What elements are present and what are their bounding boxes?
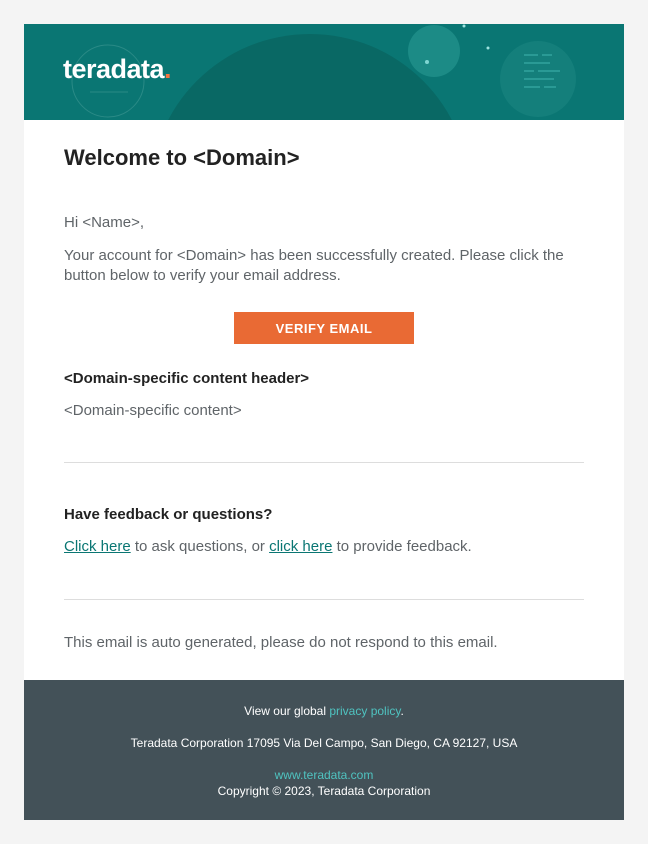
provide-feedback-link[interactable]: click here [269, 538, 332, 555]
feedback-text-1: to ask questions, or [130, 538, 270, 555]
feedback-line: Click here to ask questions, or click he… [64, 538, 472, 555]
privacy-line: View our global privacy policy. [24, 704, 624, 718]
email-title: Welcome to <Domain> [64, 145, 300, 170]
greeting: Hi <Name>, [64, 214, 145, 231]
feedback-header: Have feedback or questions? [64, 506, 273, 523]
verify-email-button[interactable]: VERIFY EMAIL [234, 312, 414, 344]
header-banner: teradata. [24, 24, 624, 120]
website-line: www.teradata.com [24, 768, 624, 782]
privacy-suffix: . [400, 704, 404, 718]
privacy-prefix: View our global [244, 704, 330, 718]
company-address: Teradata Corporation 17095 Via Del Campo… [130, 736, 518, 750]
copyright: Copyright © 2023, Teradata Corporation [217, 784, 431, 798]
logo-text: teradata [63, 54, 165, 84]
autogen-notice: This email is auto generated, please do … [64, 634, 498, 651]
email-card: teradata. Welcome to <Domain> Hi <Name>,… [24, 24, 624, 820]
privacy-policy-link[interactable]: privacy policy [329, 704, 400, 718]
divider [64, 462, 584, 463]
domain-content: <Domain-specific content> [64, 402, 242, 419]
teradata-logo: teradata. [63, 54, 172, 85]
logo-dot: . [164, 54, 172, 84]
email-footer: View our global privacy policy. Teradata… [24, 680, 624, 820]
ask-questions-link[interactable]: Click here [64, 538, 131, 555]
divider [64, 599, 584, 600]
domain-content-header: <Domain-specific content header> [64, 370, 310, 387]
feedback-text-2: to provide feedback. [332, 538, 472, 555]
account-created-message: Your account for <Domain> has been succe… [64, 247, 564, 284]
website-link[interactable]: www.teradata.com [275, 768, 374, 782]
